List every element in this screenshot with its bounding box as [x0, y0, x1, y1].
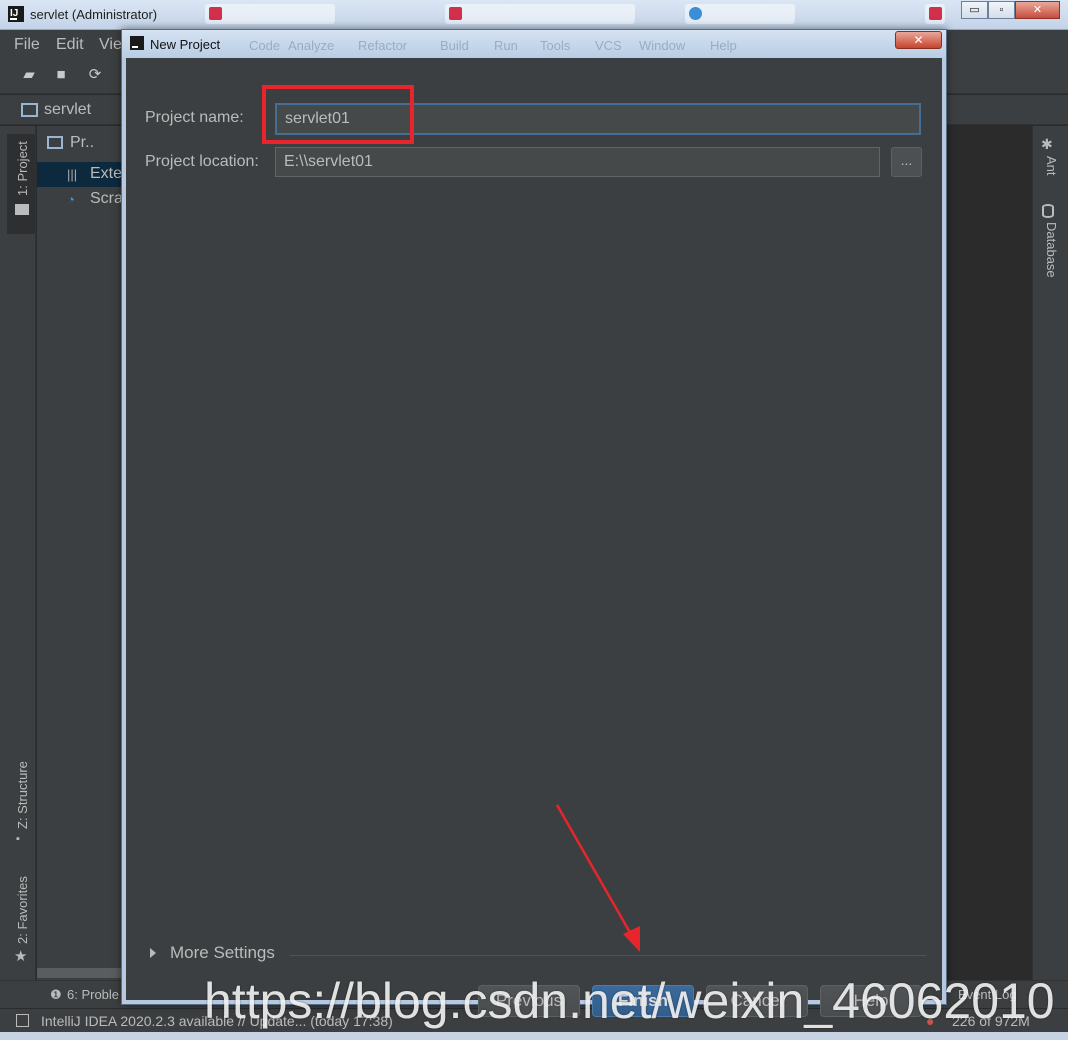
window-title-bar: IJ servlet (Administrator) ▭ ▫ ✕: [0, 0, 1068, 30]
ghost-menu-text: Help: [710, 38, 737, 53]
browse-location-button[interactable]: ...: [891, 147, 922, 177]
watermark-text: https://blog.csdn.net/weixin_46062010: [204, 973, 1055, 1029]
project-name-input[interactable]: [275, 103, 921, 135]
ghost-menu-text: Refactor: [358, 38, 408, 53]
browser-tab-blurred: [685, 4, 795, 24]
new-project-dialog: New Project Code Analyze Refactor Build …: [121, 29, 947, 1017]
dialog-body: Project name: Project location: ... More…: [126, 58, 942, 1017]
tree-row-label: Exte: [90, 165, 123, 182]
menu-view[interactable]: Vie: [99, 36, 122, 54]
structure-tab-label[interactable]: Z: Structure: [15, 761, 30, 829]
folder-icon: [15, 204, 29, 215]
left-tool-strip: 1: Project Z: Structure ▪ 2: Favorites ★: [0, 126, 36, 986]
ghost-menu-text: Analyze: [288, 38, 335, 53]
editor-area: [945, 126, 1032, 986]
project-location-input[interactable]: [275, 147, 880, 177]
project-location-label: Project location:: [145, 153, 259, 170]
problems-icon: ❶: [50, 987, 62, 1002]
toggle-tool-windows-icon[interactable]: [16, 1014, 29, 1027]
project-panel: Pr.. ||| Exte ◔ Scra: [37, 126, 127, 986]
browser-tab-blurred: [925, 4, 945, 24]
breadcrumb-project[interactable]: servlet: [44, 101, 91, 119]
browser-tab-blurred: [205, 4, 335, 24]
library-icon: |||: [67, 167, 78, 182]
sync-icon[interactable]: ⟳: [86, 67, 104, 83]
maximize-button[interactable]: ▫: [988, 1, 1015, 19]
ant-icon: ✱: [1041, 136, 1053, 152]
database-tab-label[interactable]: Database: [1044, 222, 1059, 278]
separator: [290, 955, 926, 956]
menu-edit[interactable]: Edit: [56, 36, 84, 54]
window-controls: ▭ ▫ ✕: [961, 1, 1060, 19]
taskbar-strip: [0, 1032, 1068, 1040]
problems-tab[interactable]: 6: Proble: [67, 987, 119, 1002]
structure-icon: ▪: [16, 833, 20, 845]
right-tool-strip: ✱ Ant Database: [1032, 126, 1068, 986]
project-view-selector[interactable]: Pr..: [70, 134, 94, 152]
star-icon: ★: [14, 948, 28, 965]
window-title: servlet (Administrator): [30, 7, 158, 22]
ghost-menu-text: Code: [249, 38, 281, 53]
tree-row-external-libraries[interactable]: ||| Exte: [37, 162, 127, 187]
project-panel-header: Pr..: [37, 126, 127, 159]
favorites-tab-label[interactable]: 2: Favorites: [15, 876, 30, 944]
horizontal-scrollbar[interactable]: [37, 968, 127, 978]
minimize-button[interactable]: ▭: [961, 1, 988, 19]
ghost-menu-text: VCS: [595, 38, 622, 53]
browser-tab-blurred: [445, 4, 635, 24]
ant-tab-label[interactable]: Ant: [1044, 156, 1059, 176]
project-icon: [21, 103, 38, 117]
close-window-button[interactable]: ✕: [1015, 1, 1060, 19]
ghost-menu-text: Build: [440, 38, 469, 53]
database-icon: [1042, 204, 1054, 218]
ghost-menu-text: Window: [639, 38, 686, 53]
tree-row-label: Scra: [90, 190, 123, 207]
open-folder-icon[interactable]: ▰: [20, 67, 38, 83]
dialog-close-button[interactable]: ✕: [895, 31, 942, 49]
ghost-menu-text: Run: [494, 38, 518, 53]
more-settings-label: More Settings: [170, 943, 275, 962]
tree-row-scratches[interactable]: ◔ Scra: [37, 187, 127, 212]
intellij-app-icon: IJ: [8, 6, 24, 22]
scratches-icon: ◔: [67, 192, 75, 207]
save-icon[interactable]: ■: [52, 67, 70, 83]
menu-file[interactable]: File: [14, 36, 40, 54]
intellij-dialog-icon: [130, 36, 144, 50]
project-view-icon: [47, 136, 63, 149]
ghost-menu-text: Tools: [540, 38, 571, 53]
project-name-label: Project name:: [145, 109, 244, 126]
project-tab-label[interactable]: 1: Project: [15, 141, 30, 196]
dialog-title: New Project: [150, 37, 221, 52]
chevron-right-icon: [150, 948, 156, 958]
dialog-title-bar: New Project Code Analyze Refactor Build …: [122, 30, 946, 58]
